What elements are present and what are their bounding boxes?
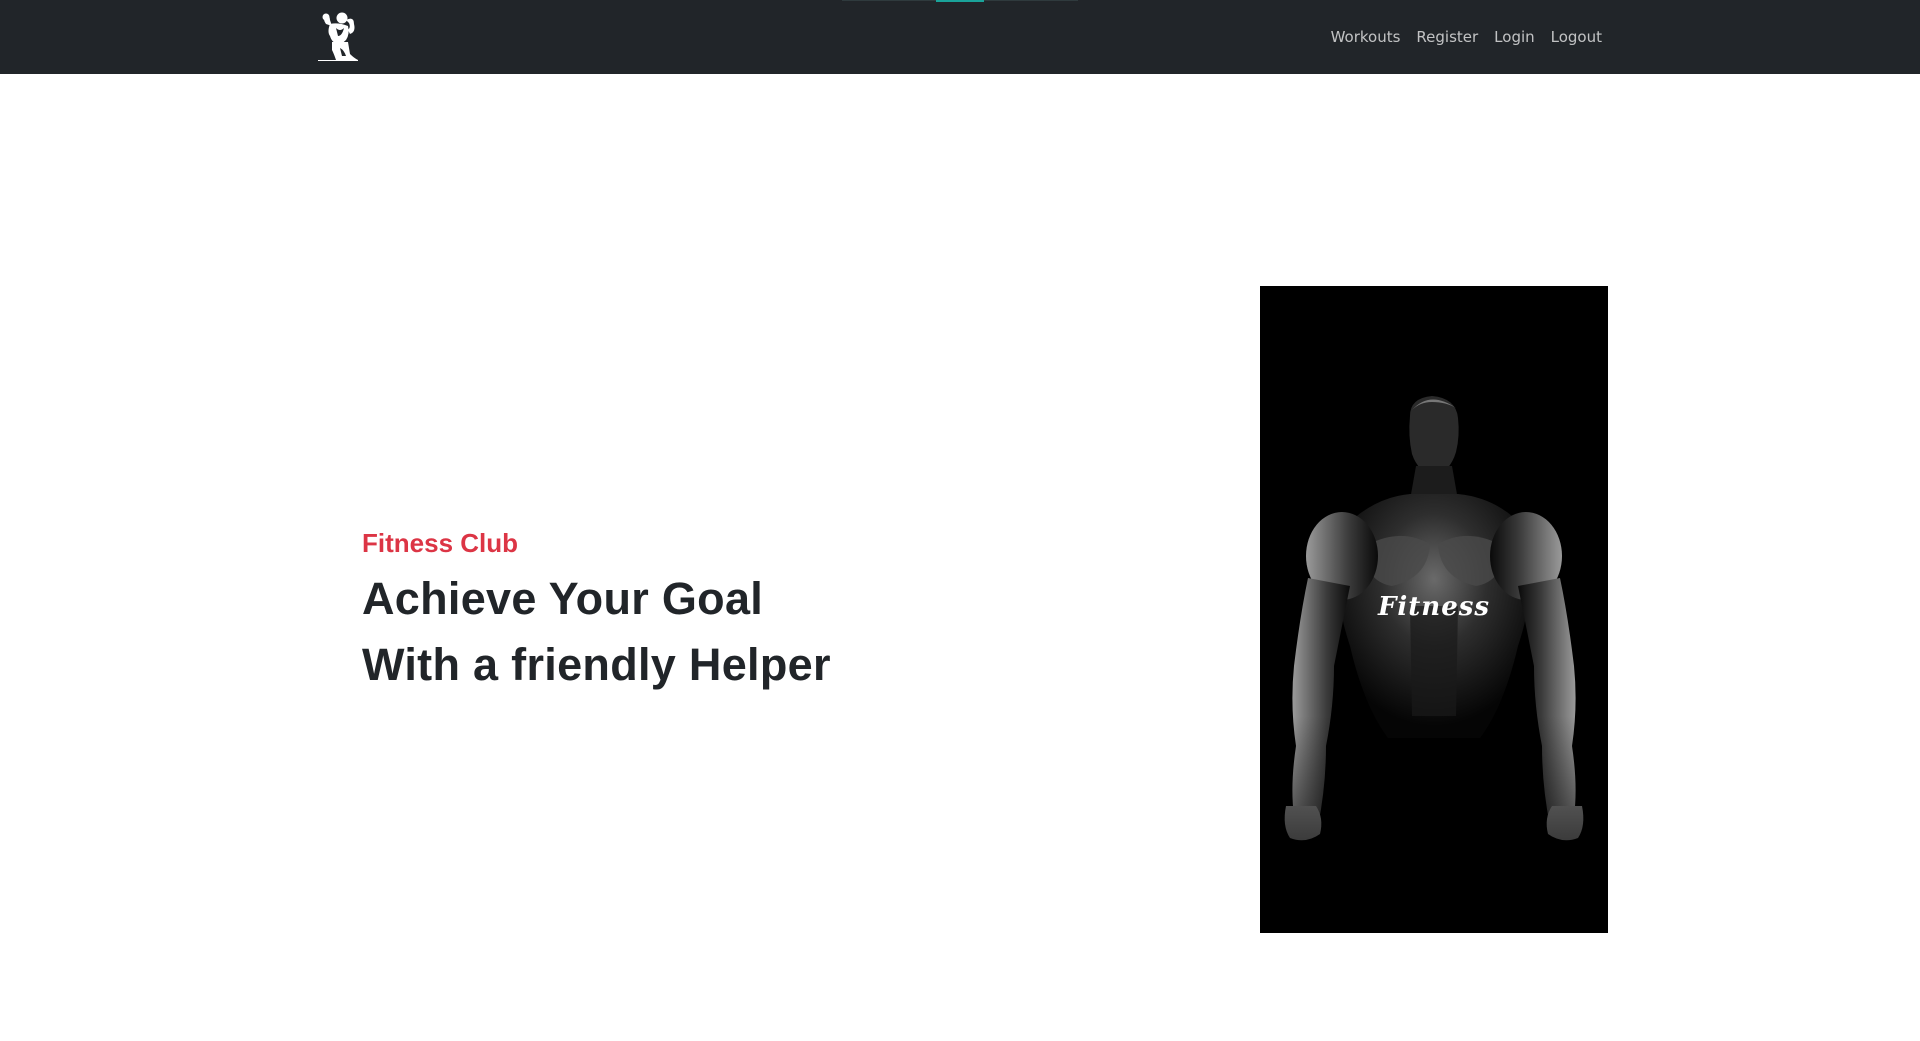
nav-link-register[interactable]: Register xyxy=(1408,0,1486,74)
navbar-accent-bar xyxy=(936,0,984,2)
nav-link-login[interactable]: Login xyxy=(1486,0,1542,74)
hero-image-overlay-text: Fitness xyxy=(1377,592,1491,622)
hero-subtitle: Fitness Club xyxy=(362,528,519,558)
hero-headline-line2: With a friendly Helper xyxy=(362,639,831,690)
hero-image: Fitness xyxy=(1260,286,1608,933)
hero-text: Fitness Club Achieve Your Goal With a fr… xyxy=(362,526,1062,698)
bodybuilder-logo-icon[interactable] xyxy=(312,10,360,62)
hero-headline-line1: Achieve Your Goal xyxy=(362,573,764,624)
nav-link-logout[interactable]: Logout xyxy=(1543,0,1602,74)
nav-links: Workouts Register Login Logout xyxy=(1323,0,1602,74)
navbar: Workouts Register Login Logout xyxy=(0,0,1920,74)
nav-link-workouts[interactable]: Workouts xyxy=(1323,0,1409,74)
